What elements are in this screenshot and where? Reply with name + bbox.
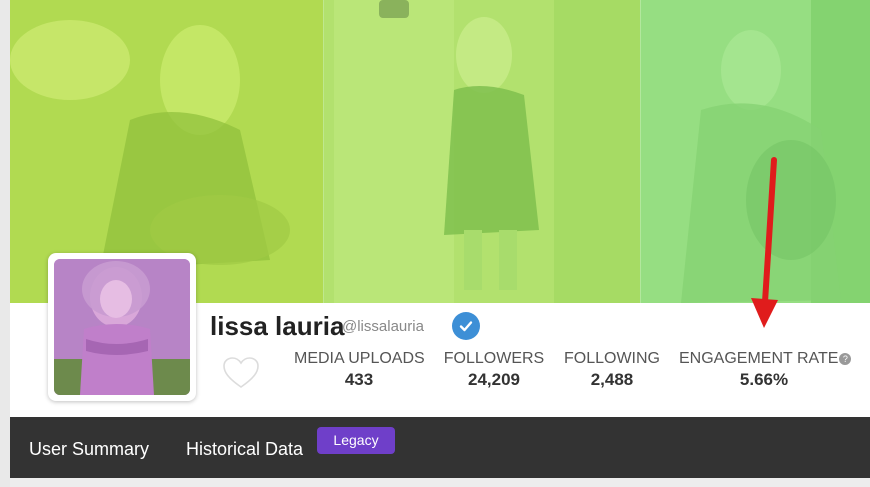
profile-navbar: User Summary Historical Data Legacy (10, 417, 870, 478)
tab-user-summary[interactable]: User Summary (29, 439, 149, 460)
stat-value: 2,488 (590, 370, 634, 389)
stat-label: FOLLOWERS (443, 350, 545, 367)
stat-engagement-rate: ENGAGEMENT RATE? 5.66% (679, 350, 852, 390)
stat-value: 24,209 (468, 370, 520, 389)
cover-photo-2 (324, 0, 640, 303)
profile-handle: @lissalauria (342, 318, 424, 335)
annotation-arrow (751, 157, 778, 328)
stat-value: 5.66% (739, 370, 789, 389)
verified-check-icon (452, 312, 480, 340)
left-gutter (0, 0, 10, 487)
stat-media-uploads: MEDIA UPLOADS 433 (294, 350, 425, 390)
question-mark-icon[interactable]: ? (839, 353, 852, 365)
avatar[interactable] (48, 253, 196, 401)
avatar-image (54, 259, 190, 395)
stat-following: FOLLOWING 2,488 (560, 350, 664, 390)
stat-label: MEDIA UPLOADS (294, 350, 425, 367)
heart-icon[interactable] (222, 356, 260, 390)
stat-label-row: ENGAGEMENT RATE? (679, 350, 852, 368)
tab-historical-data[interactable]: Historical Data (186, 439, 303, 460)
stat-label: ENGAGEMENT RATE (679, 350, 839, 367)
page-bottom-strip (10, 478, 870, 487)
stat-value: 433 (344, 370, 374, 389)
profile-name: lissa lauria (210, 311, 345, 341)
stat-followers: FOLLOWERS 24,209 (440, 350, 548, 390)
legacy-badge[interactable]: Legacy (317, 427, 395, 454)
stat-label: FOLLOWING (563, 350, 660, 367)
